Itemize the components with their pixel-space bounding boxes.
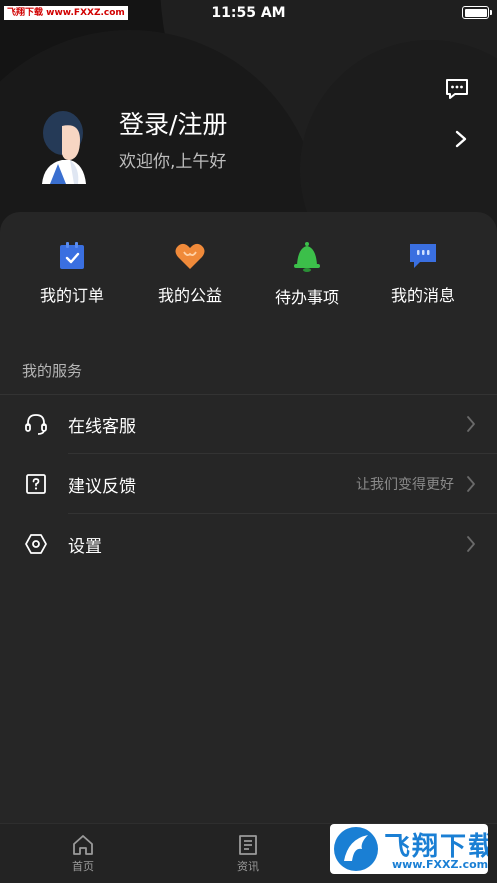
watermark-logo: 飞翔下载 www.FXXZ.com bbox=[330, 824, 488, 874]
quick-action-charity[interactable]: 我的公益 bbox=[140, 242, 240, 312]
quick-action-todo[interactable]: 待办事项 bbox=[257, 242, 357, 312]
tab-label: 资讯 bbox=[237, 860, 259, 873]
watermark-logo-url: www.FXXZ.com bbox=[392, 858, 488, 871]
question-box-icon bbox=[24, 472, 48, 496]
chat-bubble-icon[interactable] bbox=[445, 78, 469, 100]
home-icon bbox=[73, 835, 93, 855]
tab-news[interactable]: 资讯 bbox=[208, 834, 288, 880]
chevron-right-icon bbox=[466, 415, 476, 433]
main-panel: 我的订单 我的公益 待办事项 我的消息 我的服务 在线客服 建议反馈 让我们变得… bbox=[0, 212, 497, 883]
battery-icon bbox=[462, 6, 492, 19]
quick-action-label: 我的订单 bbox=[39, 286, 104, 305]
status-time: 11:55 AM bbox=[211, 5, 286, 21]
quick-actions: 我的订单 我的公益 待办事项 我的消息 bbox=[0, 242, 497, 312]
services-title: 我的服务 bbox=[22, 362, 83, 380]
chevron-right-icon[interactable] bbox=[454, 129, 468, 149]
service-hint: 让我们变得更好 bbox=[356, 477, 454, 493]
quick-action-label: 我的消息 bbox=[390, 286, 455, 305]
service-item-feedback[interactable]: 建议反馈 让我们变得更好 bbox=[0, 454, 497, 514]
chevron-right-icon bbox=[466, 475, 476, 493]
login-title: 登录/注册 bbox=[119, 110, 228, 139]
quick-action-messages[interactable]: 我的消息 bbox=[373, 242, 473, 312]
tab-label: 首页 bbox=[72, 860, 94, 873]
message-icon bbox=[410, 244, 436, 268]
tab-home[interactable]: 首页 bbox=[43, 834, 123, 880]
login-profile-card[interactable]: 登录/注册 欢迎你,上午好 bbox=[40, 105, 480, 185]
heart-icon bbox=[175, 243, 205, 269]
news-icon bbox=[239, 835, 257, 855]
settings-hexagon-icon bbox=[24, 532, 48, 556]
service-item-settings[interactable]: 设置 bbox=[0, 514, 497, 574]
watermark-logo-mark bbox=[334, 827, 378, 871]
quick-action-orders[interactable]: 我的订单 bbox=[22, 242, 122, 312]
greeting-text: 欢迎你,上午好 bbox=[119, 152, 227, 172]
chevron-right-icon bbox=[466, 535, 476, 553]
service-item-online-support[interactable]: 在线客服 bbox=[0, 394, 497, 454]
quick-action-label: 待办事项 bbox=[274, 288, 339, 307]
headset-icon bbox=[24, 412, 48, 436]
service-label: 建议反馈 bbox=[68, 477, 136, 497]
service-label: 设置 bbox=[68, 537, 102, 557]
avatar bbox=[40, 108, 86, 184]
bell-icon bbox=[294, 242, 320, 272]
order-clipboard-icon bbox=[60, 242, 84, 269]
service-label: 在线客服 bbox=[68, 417, 136, 437]
quick-action-label: 我的公益 bbox=[157, 286, 222, 305]
